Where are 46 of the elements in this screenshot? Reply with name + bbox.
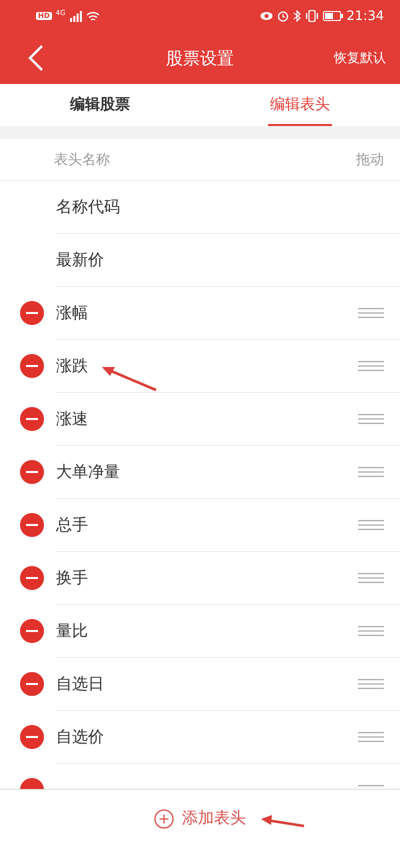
- remove-icon[interactable]: [20, 619, 44, 643]
- alarm-icon: [276, 10, 289, 22]
- drag-handle-icon[interactable]: [358, 413, 384, 425]
- drag-handle-icon[interactable]: [358, 625, 384, 637]
- remove-icon[interactable]: [20, 725, 44, 749]
- drag-handle-icon[interactable]: [358, 307, 384, 319]
- signal-icon: [70, 10, 82, 22]
- bluetooth-icon: [292, 10, 301, 22]
- drag-handle-icon[interactable]: [358, 466, 384, 478]
- remove-icon[interactable]: [20, 566, 44, 590]
- drag-handle-icon[interactable]: [358, 360, 384, 372]
- vibrate-icon: [304, 10, 319, 22]
- column-name: 涨跌: [56, 356, 88, 376]
- clock: 21:34: [346, 8, 384, 24]
- annotation-arrow: [260, 814, 306, 828]
- wifi-icon: [86, 10, 100, 22]
- battery-icon: [322, 11, 343, 21]
- drag-handle-icon[interactable]: [358, 731, 384, 743]
- drag-handle-icon[interactable]: [358, 678, 384, 690]
- column-name: 总手: [56, 514, 88, 536]
- add-icon: [154, 808, 174, 828]
- column-name: 最新价: [56, 250, 104, 270]
- column-name: 涨速: [56, 408, 88, 430]
- column-name: 换手: [56, 568, 88, 588]
- column-name: 自选日: [56, 674, 104, 694]
- remove-icon[interactable]: [20, 301, 44, 325]
- column-name: 大单净量: [56, 462, 120, 482]
- eye-icon: [260, 11, 273, 21]
- remove-icon[interactable]: [20, 460, 44, 484]
- tab[interactable]: 编辑股票: [0, 84, 200, 126]
- column-name: 自选价: [56, 726, 104, 748]
- remove-icon[interactable]: [20, 407, 44, 431]
- add-header-button[interactable]: 添加表头: [150, 804, 250, 833]
- column-name: 名称代码: [56, 196, 120, 218]
- drag-handle-icon[interactable]: [358, 572, 384, 584]
- column-name: 量比: [56, 620, 88, 642]
- drag-handle-icon[interactable]: [358, 519, 384, 531]
- column-name: 涨幅: [56, 302, 88, 324]
- column-header: 拖动: [356, 150, 384, 168]
- restore-defaults-link[interactable]: 恢复默认: [334, 49, 386, 67]
- remove-icon[interactable]: [20, 513, 44, 537]
- remove-icon[interactable]: [20, 354, 44, 378]
- column-header: 表头名称: [54, 150, 110, 168]
- remove-icon[interactable]: [20, 672, 44, 696]
- page-title: 股票设置: [166, 48, 234, 70]
- annotation-arrow: [100, 364, 158, 392]
